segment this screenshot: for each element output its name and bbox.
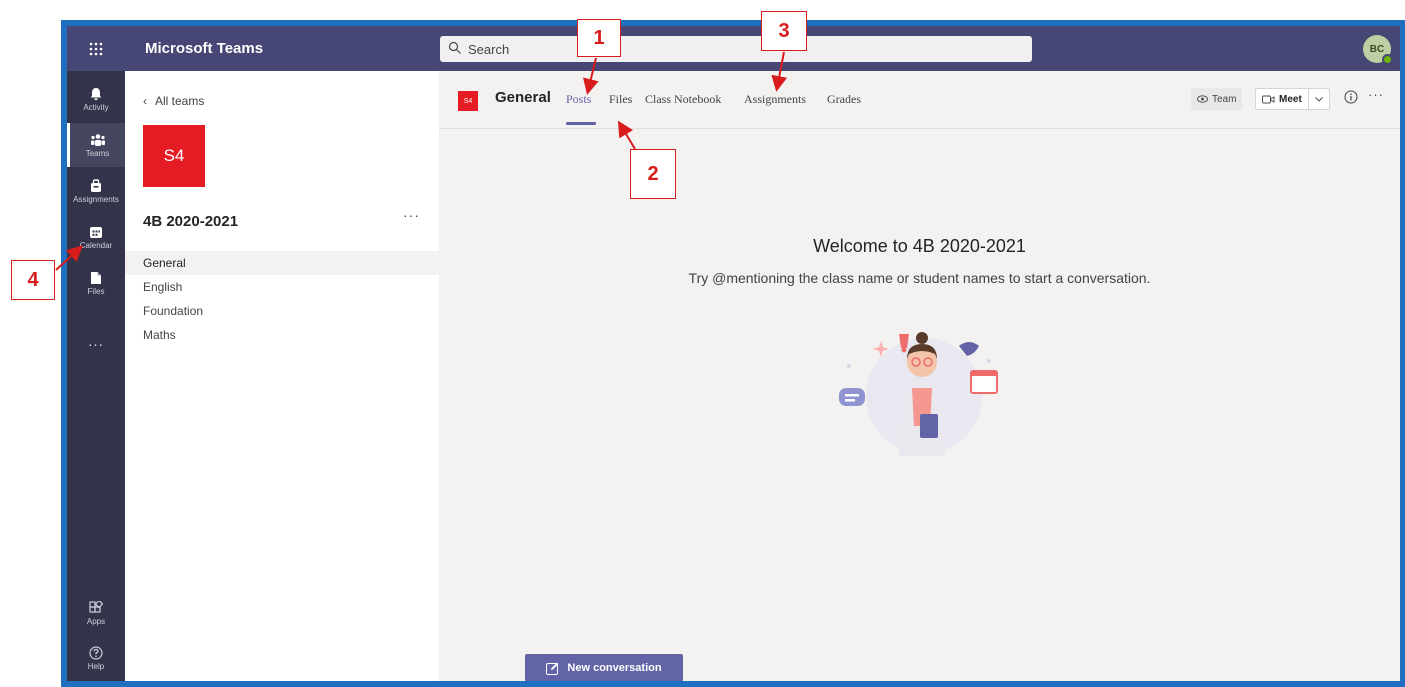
rail-label: Apps xyxy=(86,616,106,626)
avatar[interactable]: BC xyxy=(1363,35,1393,65)
tab-posts[interactable]: Posts xyxy=(566,92,591,107)
channel-view: S4 General Posts Files Class Notebook As… xyxy=(439,71,1400,681)
file-icon xyxy=(91,271,101,284)
teams-window: Microsoft Teams Search BC Activity Teams xyxy=(67,26,1400,681)
more-apps-icon[interactable]: ... xyxy=(67,333,125,350)
rail-label: Assignments xyxy=(73,194,119,204)
search-input[interactable]: Search xyxy=(440,36,1032,62)
tab-grades[interactable]: Grades xyxy=(827,92,861,107)
video-camera-icon xyxy=(1262,95,1275,103)
meet-button[interactable]: Meet xyxy=(1256,89,1308,109)
channel-team-icon: S4 xyxy=(458,91,478,111)
rail-item-assignments[interactable]: Assignments xyxy=(67,169,125,213)
channel-item-foundation[interactable]: Foundation xyxy=(125,299,439,323)
calendar-icon xyxy=(90,226,102,238)
rail-item-help[interactable]: Help xyxy=(67,636,125,680)
info-icon[interactable] xyxy=(1344,90,1358,109)
tab-class-notebook[interactable]: Class Notebook xyxy=(645,92,721,107)
active-tab-indicator xyxy=(566,122,596,125)
rail-item-apps[interactable]: Apps xyxy=(67,591,125,635)
team-avatar: S4 xyxy=(143,125,205,187)
rail-item-files[interactable]: Files xyxy=(67,261,125,305)
teams-icon xyxy=(90,133,105,146)
rail-item-activity[interactable]: Activity xyxy=(67,77,125,121)
new-conversation-button[interactable]: New conversation xyxy=(525,654,683,681)
channel-item-english[interactable]: English xyxy=(125,275,439,299)
team-panel: ‹ All teams S4 4B 2020-2021 ··· General E… xyxy=(125,71,439,681)
eye-icon xyxy=(1197,95,1208,103)
teacher-illustration xyxy=(819,326,1019,461)
channel-title: General xyxy=(495,89,551,106)
callout-3: 3 xyxy=(761,11,807,51)
rail-label: Help xyxy=(87,661,105,671)
rail-label: Calendar xyxy=(79,240,113,250)
presence-available-icon xyxy=(1382,54,1393,65)
welcome-subtitle: Try @mentioning the class name or studen… xyxy=(688,270,1151,286)
team-more-options-icon[interactable]: ··· xyxy=(403,207,420,223)
app-rail: Activity Teams Assignments Calendar File… xyxy=(67,71,125,681)
app-title: Microsoft Teams xyxy=(145,40,264,57)
assignments-icon xyxy=(91,178,101,192)
app-launcher-icon[interactable] xyxy=(67,26,125,71)
rail-label: Files xyxy=(87,286,105,296)
meet-split-button[interactable]: Meet xyxy=(1255,88,1330,110)
tab-files[interactable]: Files xyxy=(609,92,632,107)
rail-label: Activity xyxy=(83,102,109,112)
apps-icon xyxy=(89,600,103,613)
chevron-down-icon[interactable] xyxy=(1307,89,1329,109)
rail-label: Teams xyxy=(85,148,110,158)
all-teams-link[interactable]: ‹ All teams xyxy=(143,94,212,108)
bell-icon xyxy=(90,87,102,100)
search-placeholder: Search xyxy=(468,41,510,57)
rail-item-teams[interactable]: Teams xyxy=(67,123,125,167)
team-name: 4B 2020-2021 xyxy=(143,213,239,230)
callout-1: 1 xyxy=(577,19,621,57)
help-icon xyxy=(89,645,103,660)
tab-assignments[interactable]: Assignments xyxy=(744,92,806,107)
channel-header: S4 General Posts Files Class Notebook As… xyxy=(439,71,1400,129)
channel-item-maths[interactable]: Maths xyxy=(125,323,439,347)
channel-item-general[interactable]: General xyxy=(125,251,439,275)
callout-2: 2 xyxy=(630,149,676,199)
search-icon xyxy=(448,41,464,57)
chevron-left-icon: ‹ xyxy=(143,94,147,108)
callout-4: 4 xyxy=(11,260,55,300)
rail-item-calendar[interactable]: Calendar xyxy=(67,215,125,259)
avatar-initials: BC xyxy=(1369,43,1385,55)
app-frame: Microsoft Teams Search BC Activity Teams xyxy=(61,20,1405,687)
compose-icon xyxy=(546,662,559,675)
title-bar: Microsoft Teams Search BC xyxy=(67,26,1400,71)
welcome-title: Welcome to 4B 2020-2021 xyxy=(813,236,1026,256)
more-options-icon[interactable]: ··· xyxy=(1368,87,1384,102)
team-button[interactable]: Team xyxy=(1191,88,1243,110)
